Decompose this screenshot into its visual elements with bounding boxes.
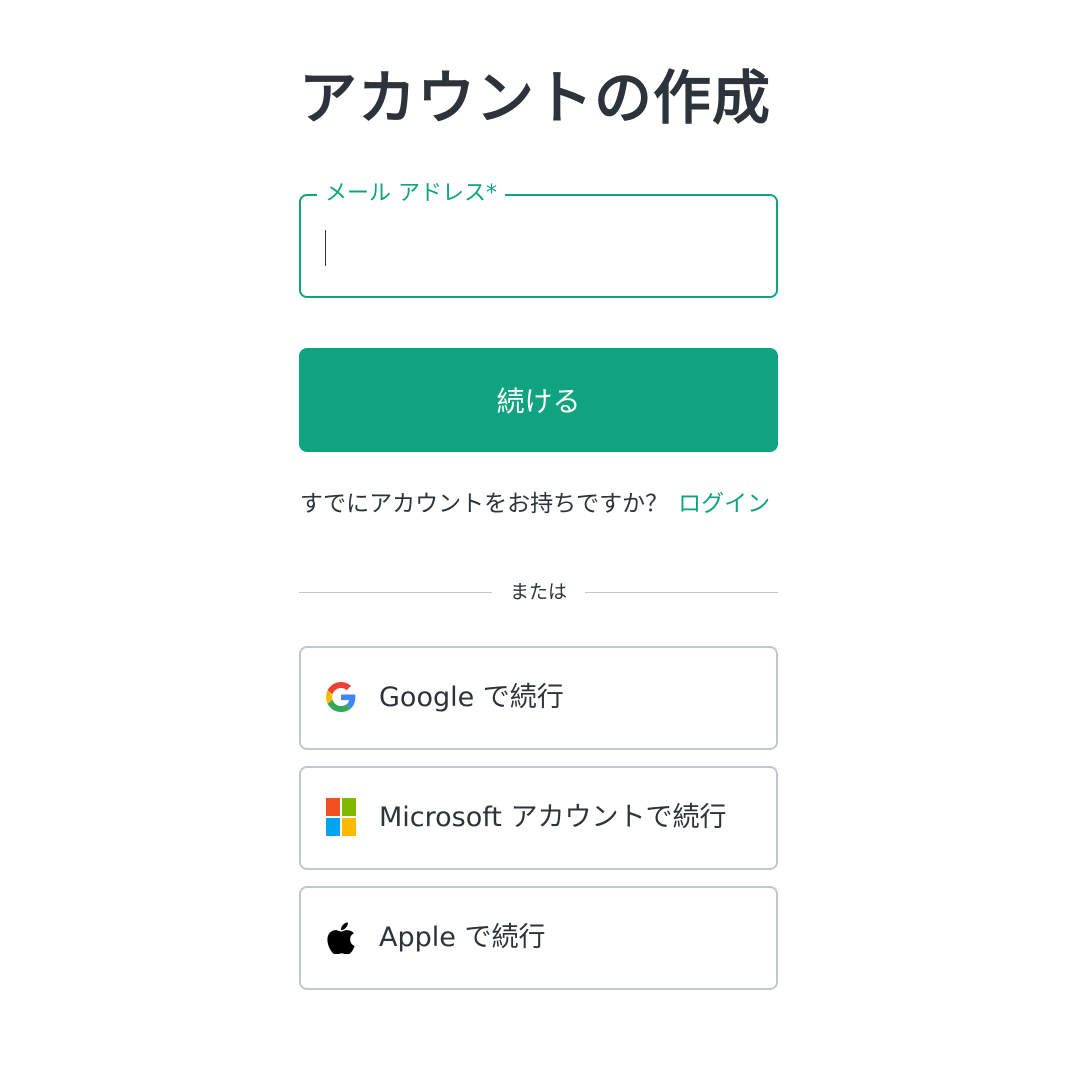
- microsoft-signin-button[interactable]: Microsoft アカウントで続行: [299, 766, 778, 870]
- login-prompt: すでにアカウントをお持ちですか？ ログイン: [0, 486, 1070, 522]
- apple-icon: [325, 918, 357, 956]
- google-signin-button[interactable]: Google で続行: [299, 646, 778, 750]
- signup-page: アカウントの作成 メール アドレス* 続ける すでにアカウントをお持ちですか？ ロ…: [0, 0, 1070, 1070]
- login-link[interactable]: ログイン: [678, 491, 770, 517]
- text-cursor: [325, 230, 326, 266]
- email-field-label: メール アドレス*: [317, 180, 505, 208]
- microsoft-signin-label: Microsoft アカウントで続行: [379, 802, 727, 833]
- login-prompt-text: すでにアカウントをお持ちですか？: [299, 491, 669, 517]
- page-title: アカウントの作成: [298, 64, 771, 132]
- google-signin-label: Google で続行: [379, 682, 564, 713]
- email-input[interactable]: [329, 220, 753, 276]
- microsoft-icon: [325, 798, 357, 836]
- continue-button[interactable]: 続ける: [299, 348, 778, 452]
- apple-signin-label: Apple で続行: [379, 922, 546, 953]
- divider-text: または: [509, 581, 567, 603]
- email-field[interactable]: メール アドレス*: [299, 180, 778, 298]
- divider-line-right: [585, 592, 778, 593]
- apple-signin-button[interactable]: Apple で続行: [299, 886, 778, 990]
- divider-line-left: [299, 592, 492, 593]
- or-divider: または: [299, 578, 778, 606]
- google-icon: [325, 678, 357, 716]
